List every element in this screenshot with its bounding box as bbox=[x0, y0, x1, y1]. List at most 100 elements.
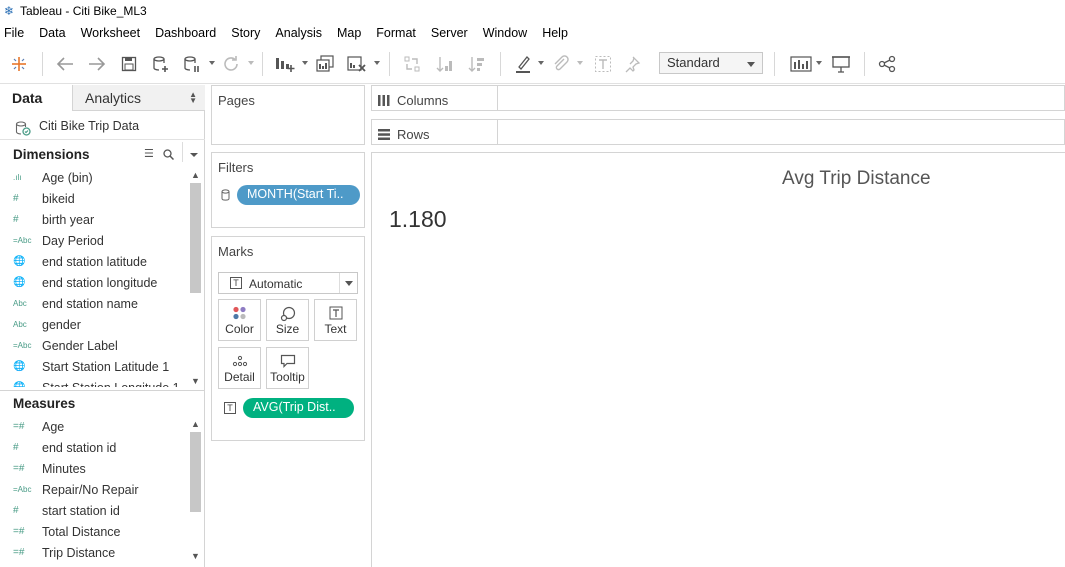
menu-story[interactable]: Story bbox=[231, 26, 260, 40]
tableau-home-icon[interactable] bbox=[8, 53, 30, 75]
tab-analytics[interactable]: Analytics ▲ ▼ bbox=[73, 85, 205, 111]
bin-icon: .ılı bbox=[13, 173, 22, 182]
share-icon[interactable] bbox=[876, 53, 898, 75]
chevron-down-icon[interactable] bbox=[538, 61, 544, 65]
sort-ascending-icon[interactable] bbox=[434, 53, 456, 75]
swap-rows-columns-icon[interactable] bbox=[401, 53, 423, 75]
chevron-down-icon[interactable] bbox=[248, 61, 254, 65]
tooltip-label: Tooltip bbox=[270, 370, 305, 384]
calc-string-icon: =Abc bbox=[13, 341, 32, 350]
chevron-down-icon[interactable] bbox=[816, 61, 822, 65]
field-name: Minutes bbox=[42, 461, 86, 476]
text-icon bbox=[315, 306, 356, 320]
field-item[interactable]: =Abc Day Period bbox=[0, 230, 188, 251]
show-me-icon[interactable] bbox=[789, 53, 813, 75]
menu-worksheet[interactable]: Worksheet bbox=[81, 26, 141, 40]
field-item[interactable]: =# Total Distance bbox=[0, 521, 188, 542]
calc-hash-icon: =# bbox=[13, 547, 25, 558]
field-item[interactable]: =# Minutes bbox=[0, 458, 188, 479]
field-name: gender bbox=[42, 317, 81, 332]
refresh-icon[interactable] bbox=[220, 53, 242, 75]
menu-help[interactable]: Help bbox=[542, 26, 568, 40]
detail-button[interactable]: Detail bbox=[218, 347, 261, 389]
color-button[interactable]: Color bbox=[218, 299, 261, 341]
rows-shelf[interactable]: Rows bbox=[371, 119, 1065, 145]
field-name: Day Period bbox=[42, 233, 104, 248]
scroll-up-icon[interactable]: ▲ bbox=[190, 418, 201, 430]
field-name: birth year bbox=[42, 212, 95, 227]
dimensions-scrollbar[interactable]: ▲ ▼ bbox=[188, 167, 203, 390]
duplicate-sheet-icon[interactable] bbox=[314, 53, 336, 75]
menu-map[interactable]: Map bbox=[337, 26, 361, 40]
menu-server[interactable]: Server bbox=[431, 26, 468, 40]
mark-type-select[interactable]: T Automatic bbox=[218, 272, 358, 294]
pause-updates-icon[interactable] bbox=[181, 53, 203, 75]
back-arrow-icon[interactable] bbox=[54, 53, 76, 75]
filters-card[interactable]: Filters MONTH(Start Ti.. bbox=[211, 152, 365, 228]
text-mark-value[interactable]: 1.180 bbox=[389, 206, 447, 233]
field-item[interactable]: =# Trip Distance bbox=[0, 542, 188, 563]
field-item[interactable]: 🌐 end station longitude bbox=[0, 272, 188, 293]
measure-pill-avg-trip-distance[interactable]: AVG(Trip Dist.. bbox=[243, 398, 354, 418]
menu-file[interactable]: File bbox=[4, 26, 24, 40]
field-item[interactable]: =Abc Gender Label bbox=[0, 335, 188, 356]
label-text-icon[interactable] bbox=[592, 53, 614, 75]
presentation-mode-icon[interactable] bbox=[830, 53, 852, 75]
chevron-down-icon bbox=[345, 281, 353, 286]
field-item[interactable]: # birth year bbox=[0, 209, 188, 230]
datasource-item[interactable]: Citi Bike Trip Data bbox=[0, 111, 205, 140]
menu-window[interactable]: Window bbox=[483, 26, 527, 40]
text-button[interactable]: Text bbox=[314, 299, 357, 341]
new-worksheet-icon[interactable] bbox=[274, 53, 296, 75]
field-item[interactable]: # start station id bbox=[0, 500, 188, 521]
field-item[interactable]: # end station id bbox=[0, 437, 188, 458]
field-item[interactable]: Abc end station name bbox=[0, 293, 188, 314]
save-icon[interactable] bbox=[118, 53, 140, 75]
scroll-down-icon[interactable]: ▼ bbox=[190, 550, 201, 562]
chevron-down-icon[interactable] bbox=[190, 153, 198, 157]
search-icon[interactable] bbox=[163, 149, 174, 160]
columns-shelf[interactable]: Columns bbox=[371, 85, 1065, 111]
scroll-thumb[interactable] bbox=[190, 183, 201, 293]
field-item[interactable]: # bikeid bbox=[0, 188, 188, 209]
filter-pill-month[interactable]: MONTH(Start Ti.. bbox=[237, 185, 360, 205]
measures-scrollbar[interactable]: ▲ ▼ bbox=[188, 416, 203, 567]
scroll-thumb[interactable] bbox=[190, 432, 201, 512]
up-down-arrow-icon[interactable]: ▲ ▼ bbox=[189, 91, 197, 105]
pages-card[interactable]: Pages bbox=[211, 85, 365, 145]
scroll-up-icon[interactable]: ▲ bbox=[190, 169, 201, 181]
pin-icon[interactable] bbox=[622, 53, 644, 75]
chevron-down-icon[interactable] bbox=[577, 61, 583, 65]
toolbar-separator bbox=[389, 52, 390, 76]
size-button[interactable]: Size bbox=[266, 299, 309, 341]
chevron-down-icon[interactable] bbox=[209, 61, 215, 65]
tooltip-button[interactable]: Tooltip bbox=[266, 347, 309, 389]
field-item[interactable]: .ılı Age (bin) bbox=[0, 167, 188, 188]
menu-data[interactable]: Data bbox=[39, 26, 65, 40]
group-paperclip-icon[interactable] bbox=[550, 53, 572, 75]
highlight-pen-icon[interactable] bbox=[512, 53, 534, 75]
worksheet-view[interactable]: Avg Trip Distance 1.180 bbox=[371, 152, 1065, 567]
menu-dashboard[interactable]: Dashboard bbox=[155, 26, 216, 40]
toolbar-separator bbox=[42, 52, 43, 76]
chevron-down-icon[interactable] bbox=[302, 61, 308, 65]
field-item[interactable]: 🌐 Start Station Latitude 1 bbox=[0, 356, 188, 377]
clear-sheet-icon[interactable] bbox=[346, 53, 368, 75]
new-datasource-icon[interactable] bbox=[150, 53, 172, 75]
tab-data[interactable]: Data bbox=[0, 85, 73, 111]
color-label: Color bbox=[225, 322, 254, 336]
chevron-down-icon[interactable] bbox=[374, 61, 380, 65]
field-item[interactable]: =Abc Repair/No Repair bbox=[0, 479, 188, 500]
field-item[interactable]: =# Age bbox=[0, 416, 188, 437]
fit-select[interactable]: Standard bbox=[659, 52, 763, 74]
sort-descending-icon[interactable] bbox=[466, 53, 488, 75]
list-view-icon[interactable]: ☰ bbox=[144, 147, 154, 160]
menu-format[interactable]: Format bbox=[376, 26, 416, 40]
field-item[interactable]: 🌐 end station latitude bbox=[0, 251, 188, 272]
scroll-down-icon[interactable]: ▼ bbox=[190, 375, 201, 387]
menu-analysis[interactable]: Analysis bbox=[275, 26, 322, 40]
field-item[interactable]: 🌐 Start Station Longitude 1 bbox=[0, 377, 188, 388]
field-name: end station id bbox=[42, 440, 117, 455]
forward-arrow-icon[interactable] bbox=[86, 53, 108, 75]
field-item[interactable]: Abc gender bbox=[0, 314, 188, 335]
